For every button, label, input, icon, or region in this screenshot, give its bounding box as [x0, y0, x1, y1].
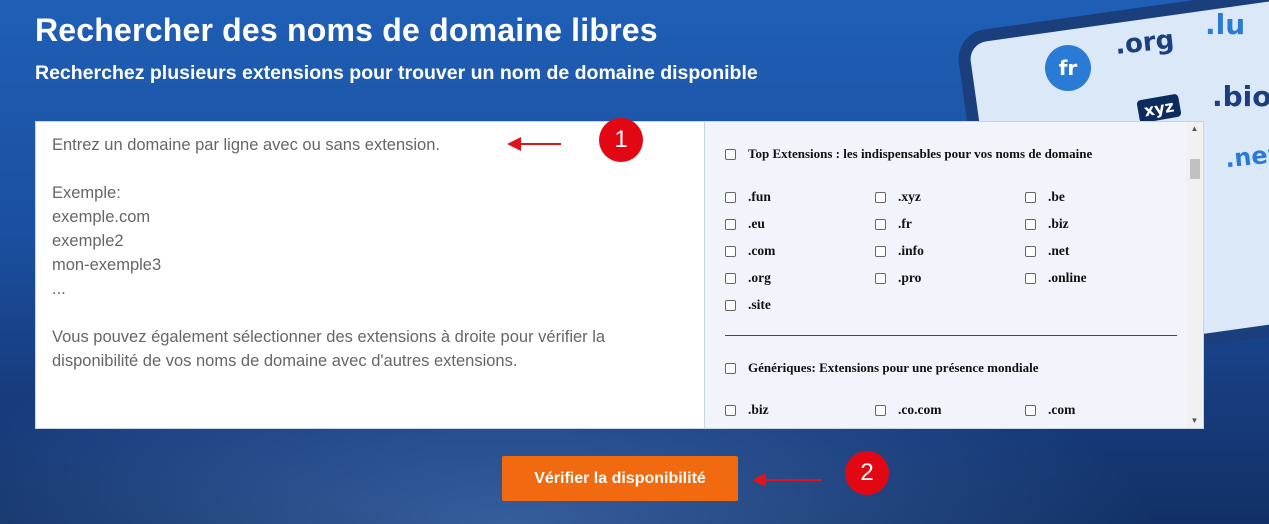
ext-checkbox[interactable] [875, 191, 886, 203]
ext-label: .site [748, 297, 771, 312]
annotation-marker-1: 1 [599, 118, 643, 162]
ext-checkbox[interactable] [1025, 404, 1036, 416]
generic-extensions-header[interactable]: Génériques: Extensions pour une présence… [725, 358, 1038, 378]
ext-label: .eu [748, 216, 765, 231]
ext-item-fun[interactable]: .fun [725, 187, 875, 207]
ext-checkbox[interactable] [875, 245, 886, 257]
ext-item-pro[interactable]: .pro [875, 268, 1025, 288]
lu-tag-decoration: .lu [1205, 8, 1246, 41]
generic-extensions-checkbox[interactable] [725, 362, 736, 374]
check-availability-button[interactable]: Vérifier la disponibilité [502, 456, 738, 501]
ext-label: .biz [748, 402, 769, 417]
ext-item-fr[interactable]: .fr [875, 214, 1025, 234]
ext-item-generic-co-com[interactable]: .co.com [875, 400, 1025, 420]
new-tag-decoration: .new [1223, 138, 1269, 174]
ext-item-site[interactable]: .site [725, 295, 875, 315]
ext-checkbox[interactable] [725, 191, 736, 203]
domains-textarea[interactable] [36, 122, 705, 428]
page-subtitle: Recherchez plusieurs extensions pour tro… [35, 62, 758, 84]
ext-item-generic-biz[interactable]: .biz [725, 400, 875, 420]
group-divider [725, 335, 1177, 336]
ext-label: .co.com [898, 402, 942, 417]
ext-label: .info [898, 243, 924, 258]
bio-tag-decoration: .bio [1212, 80, 1269, 113]
scroll-down-arrow-icon[interactable]: ▼ [1186, 414, 1203, 428]
ext-checkbox[interactable] [725, 299, 736, 311]
page-title: Rechercher des noms de domaine libres [35, 12, 658, 48]
ext-label: .fun [748, 189, 771, 204]
ext-item-generic-com[interactable]: .com [1025, 400, 1175, 420]
ext-item-net[interactable]: .net [1025, 241, 1175, 261]
annotation-arrow-1-icon [507, 137, 561, 151]
ext-label: .online [1048, 270, 1087, 285]
ext-checkbox[interactable] [1025, 272, 1036, 284]
annotation-marker-2: 2 [845, 451, 889, 495]
ext-checkbox[interactable] [725, 218, 736, 230]
ext-label: .xyz [898, 189, 921, 204]
ext-item-be[interactable]: .be [1025, 187, 1175, 207]
org-tag-decoration: .org [1113, 24, 1176, 62]
ext-item-eu[interactable]: .eu [725, 214, 875, 234]
extensions-panel[interactable]: Top Extensions : les indispensables pour… [705, 122, 1203, 428]
ext-item-online[interactable]: .online [1025, 268, 1175, 288]
ext-checkbox[interactable] [725, 272, 736, 284]
fr-tag-decoration: fr [1045, 45, 1091, 91]
ext-checkbox[interactable] [875, 404, 886, 416]
ext-label: .pro [898, 270, 922, 285]
ext-item-com[interactable]: .com [725, 241, 875, 261]
ext-checkbox[interactable] [1025, 218, 1036, 230]
top-extensions-label: Top Extensions : les indispensables pour… [748, 146, 1093, 161]
ext-label: .org [748, 270, 771, 285]
ext-item-biz[interactable]: .biz [1025, 214, 1175, 234]
ext-label: .be [1048, 189, 1065, 204]
annotation-arrow-2-icon [752, 473, 822, 487]
scroll-thumb[interactable] [1190, 159, 1200, 179]
generic-extensions-grid: .biz .co.com .com [725, 400, 1175, 420]
ext-label: .biz [1048, 216, 1069, 231]
top-extensions-grid: .fun .xyz .be .eu .fr .biz .com .info .n… [725, 187, 1175, 315]
ext-label: .com [748, 243, 776, 258]
ext-item-xyz[interactable]: .xyz [875, 187, 1025, 207]
top-extensions-checkbox[interactable] [725, 148, 736, 160]
top-extensions-header[interactable]: Top Extensions : les indispensables pour… [725, 144, 1092, 164]
scroll-up-arrow-icon[interactable]: ▲ [1186, 122, 1203, 136]
ext-checkbox[interactable] [725, 245, 736, 257]
generic-extensions-label: Génériques: Extensions pour une présence… [748, 360, 1039, 375]
ext-label: .net [1048, 243, 1070, 258]
ext-label: .com [1048, 402, 1076, 417]
ext-checkbox[interactable] [1025, 245, 1036, 257]
ext-item-org[interactable]: .org [725, 268, 875, 288]
domain-search-panel: Top Extensions : les indispensables pour… [35, 121, 1204, 429]
ext-checkbox[interactable] [725, 404, 736, 416]
ext-checkbox[interactable] [875, 218, 886, 230]
ext-checkbox[interactable] [1025, 191, 1036, 203]
ext-label: .fr [898, 216, 912, 231]
extensions-scrollbar[interactable]: ▲ ▼ [1186, 122, 1203, 428]
ext-checkbox[interactable] [875, 272, 886, 284]
ext-item-info[interactable]: .info [875, 241, 1025, 261]
